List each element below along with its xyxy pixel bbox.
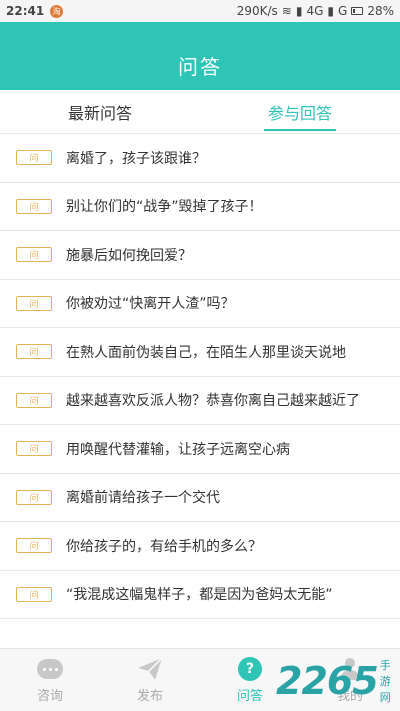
watermark-text: 手游网 (379, 659, 391, 704)
question-badge: 问 (16, 586, 52, 602)
question-badge: 问 (16, 295, 52, 311)
watermark-number: 2265 (276, 659, 379, 703)
list-item[interactable]: 问 你给孩子的，有给手机的多么？ (0, 522, 400, 571)
status-right: 290K/s ≋ ▮ 4G ▮ G 28% (237, 4, 394, 18)
tab-latest-qa[interactable]: 最新问答 (0, 90, 200, 133)
question-badge: 问 (16, 489, 52, 505)
wifi-icon: ≋ (281, 4, 292, 18)
question-text: 越来越喜欢反派人物？恭喜你离自己越来越近了 (66, 393, 360, 410)
question-text: 在熟人面前伪装自己，在陌生人那里谈天说地 (66, 344, 346, 361)
signal-icon: ▮ (295, 4, 303, 18)
question-icon: ? (237, 656, 263, 682)
list-item[interactable]: 问 在熟人面前伪装自己，在陌生人那里谈天说地 (0, 328, 400, 377)
question-badge: 问 (16, 392, 52, 408)
list-item[interactable]: 问 别让你们的“战争”毁掉了孩子！ (0, 183, 400, 231)
app-notification-icon: 淘 (50, 4, 64, 18)
question-text: 离婚前请给孩子一个交代 (66, 490, 220, 507)
list-item[interactable]: 问 “我混成这幅鬼样子，都是因为爸妈太无能” (0, 571, 400, 619)
question-text: 离婚了，孩子该跟谁？ (66, 150, 206, 167)
question-list[interactable]: 问 离婚了，孩子该跟谁？ 问 别让你们的“战争”毁掉了孩子！ 问 施暴后如何挽回… (0, 134, 400, 648)
question-text: 别让你们的“战争”毁掉了孩子！ (66, 199, 263, 216)
nav-consult[interactable]: 咨询 (0, 649, 100, 711)
question-text: 施暴后如何挽回爱？ (66, 247, 192, 264)
question-badge: 问 (16, 441, 52, 457)
page-title: 问答 (178, 54, 222, 79)
question-badge: 问 (16, 198, 52, 214)
network-type-2: G (338, 4, 348, 18)
question-badge: 问 (16, 247, 52, 263)
status-bar: 22:41 淘 290K/s ≋ ▮ 4G ▮ G 28% (0, 0, 400, 22)
list-item[interactable]: 问 离婚前请给孩子一个交代 (0, 474, 400, 522)
question-text: 你给孩子的，有给手机的多么？ (66, 538, 262, 555)
app-header: 问答 (0, 22, 400, 90)
list-item[interactable]: 问 施暴后如何挽回爱？ (0, 231, 400, 280)
nav-label: 问答 (236, 689, 263, 704)
tab-bar: 最新问答 参与回答 (0, 90, 400, 134)
battery-level: 28% (367, 4, 394, 18)
nav-label: 咨询 (36, 689, 63, 704)
site-watermark: 2265 手游网 (276, 655, 400, 707)
question-text: 你被劝过“快离开人渣”吗？ (66, 296, 235, 313)
signal-icon-2: ▮ (327, 4, 335, 18)
list-item[interactable]: 问 你被劝过“快离开人渣”吗？ (0, 280, 400, 328)
status-time: 22:41 (6, 4, 45, 18)
question-text: “我混成这幅鬼样子，都是因为爸妈太无能” (66, 587, 333, 604)
question-text: 用唤醒代替灌输，让孩子远离空心病 (66, 441, 290, 458)
question-badge: 问 (16, 538, 52, 554)
battery-icon (351, 7, 364, 15)
nav-label: 发布 (136, 689, 163, 704)
nav-publish[interactable]: 发布 (100, 649, 200, 711)
list-item[interactable]: 问 用唤醒代替灌输，让孩子远离空心病 (0, 425, 400, 474)
paper-plane-icon (137, 656, 163, 682)
tab-participated[interactable]: 参与回答 (200, 90, 400, 133)
question-badge: 问 (16, 344, 52, 360)
list-item[interactable]: 问 越来越喜欢反派人物？恭喜你离自己越来越近了 (0, 377, 400, 425)
question-badge: 问 (16, 150, 52, 166)
chat-icon (37, 656, 63, 682)
network-type: 4G (306, 4, 324, 18)
network-speed: 290K/s (236, 4, 278, 18)
list-item[interactable]: 问 离婚了，孩子该跟谁？ (0, 134, 400, 183)
